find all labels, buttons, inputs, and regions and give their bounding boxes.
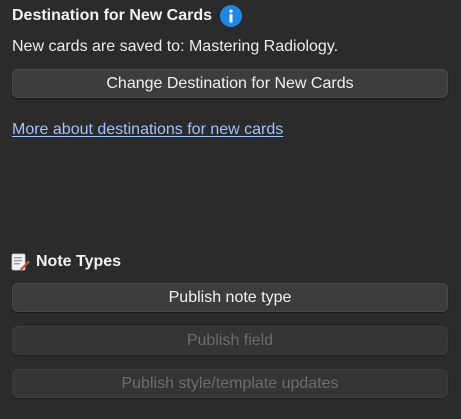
note-types-section: Note Types Publish note type Publish fie… — [11, 250, 448, 398]
more-about-destinations-link[interactable]: More about destinations for new cards — [12, 121, 283, 139]
note-edit-icon — [10, 252, 30, 272]
destination-title: Destination for New Cards — [12, 7, 213, 24]
publish-note-type-button[interactable]: Publish note type — [12, 283, 448, 312]
publish-field-button[interactable]: Publish field — [12, 326, 448, 355]
note-types-title: Note Types — [36, 253, 122, 270]
change-destination-button[interactable]: Change Destination for New Cards — [12, 69, 448, 98]
note-types-heading: Note Types — [6, 250, 448, 274]
destination-description: New cards are saved to: Mastering Radiol… — [12, 38, 339, 55]
destination-heading: Destination for New Cards — [12, 4, 448, 28]
info-icon[interactable] — [220, 5, 243, 27]
destination-section: Destination for New Cards New cards are … — [12, 4, 448, 139]
publish-style-updates-button[interactable]: Publish style/template updates — [12, 369, 448, 398]
